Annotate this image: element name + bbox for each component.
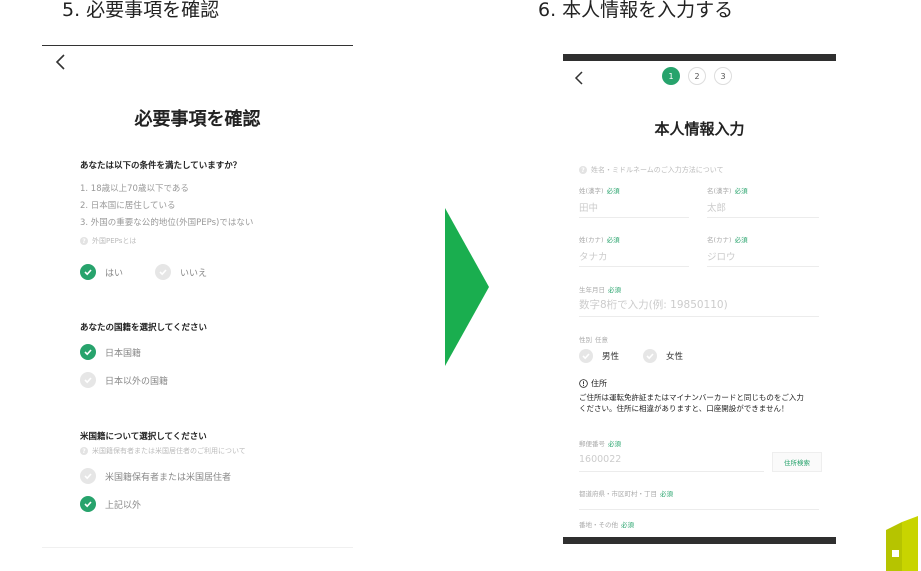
next-arrow-icon xyxy=(445,208,489,366)
first-kanji-label: 名(漢字) 必須 xyxy=(707,187,748,195)
condition-1: 1. 18歳以上70歳以下である xyxy=(80,184,189,194)
chevron-left-icon xyxy=(574,71,583,85)
input-underline xyxy=(579,509,819,510)
us-help-text: 米国籍保有者または米国居住者のご利用について xyxy=(92,447,246,455)
chevron-left-icon xyxy=(55,54,65,70)
input-underline xyxy=(579,217,689,218)
radio-female[interactable]: 女性 xyxy=(643,349,683,363)
radio-us-person-label: 米国籍保有者または米国居住者 xyxy=(105,472,232,483)
radio-non-japanese[interactable]: 日本以外の国籍 xyxy=(80,372,168,388)
info-icon xyxy=(579,379,588,388)
birth-input[interactable]: 数字8桁で入力(例: 19850110) xyxy=(579,297,728,312)
name-help-link[interactable]: ? 姓名・ミドルネームのご入力方法について xyxy=(579,165,724,175)
first-kana-label: 名(カナ) 必須 xyxy=(707,236,748,244)
check-circle-icon xyxy=(80,264,96,280)
check-circle-empty-icon xyxy=(80,372,96,388)
postal-label: 郵便番号 必須 xyxy=(579,440,621,448)
right-step-heading: 6. 本人情報を入力する xyxy=(538,0,734,21)
question-icon: ? xyxy=(579,166,587,174)
address-note-line-2: ください。住所に相違がありますと、口座開設ができません！ xyxy=(579,404,789,413)
page-title: 必要事項を確認 xyxy=(134,109,261,130)
check-circle-icon xyxy=(80,496,96,512)
question-icon: ? xyxy=(80,237,88,245)
radio-other[interactable]: 上記以外 xyxy=(80,496,141,512)
radio-japanese-label: 日本国籍 xyxy=(105,348,142,359)
back-button[interactable] xyxy=(54,53,66,73)
peps-help-text: 外国PEPsとは xyxy=(92,237,137,245)
last-kana-input[interactable]: タナカ xyxy=(579,249,608,263)
radio-male-label: 男性 xyxy=(602,352,620,362)
radio-japanese[interactable]: 日本国籍 xyxy=(80,344,141,360)
left-step-heading: 5. 必要事項を確認 xyxy=(62,0,220,21)
personal-info-screen: 1 2 3 本人情報入力 ? 姓名・ミドルネームのご入力方法について 姓(漢字)… xyxy=(563,54,836,544)
gender-label: 性別 任意 xyxy=(579,336,608,344)
us-help-link[interactable]: ? 米国籍保有者または米国居住者のご利用について xyxy=(80,446,246,456)
screen-top-border xyxy=(42,45,353,46)
last-kana-label: 姓(カナ) 必須 xyxy=(579,236,620,244)
radio-no[interactable]: いいえ xyxy=(155,264,207,280)
conditions-question: あなたは以下の条件を満たしていますか？ xyxy=(80,161,242,171)
check-circle-empty-icon xyxy=(155,264,171,280)
input-underline xyxy=(707,266,819,267)
screen-top-bar xyxy=(563,54,836,61)
peps-help-link[interactable]: ? 外国PEPsとは xyxy=(80,236,136,246)
radio-no-label: いいえ xyxy=(180,268,208,279)
first-kana-input[interactable]: ジロウ xyxy=(707,249,736,263)
divider xyxy=(42,547,353,548)
screen-bottom-bar xyxy=(563,537,836,544)
street-label: 番地・その他 必須 xyxy=(579,521,634,529)
name-help-text: 姓名・ミドルネームのご入力方法について xyxy=(591,166,724,174)
radio-male[interactable]: 男性 xyxy=(579,349,619,363)
address-note-title: 住所 xyxy=(579,378,607,389)
pref-label: 都道府県・市区町村・丁目 必須 xyxy=(579,490,673,498)
last-kanji-label: 姓(漢字) 必須 xyxy=(579,187,620,195)
radio-other-label: 上記以外 xyxy=(105,500,142,511)
address-search-button[interactable]: 住所検索 xyxy=(772,452,822,472)
condition-3: 3. 外国の重要な公的地位(外国PEPs)ではない xyxy=(80,218,254,228)
step-2: 2 xyxy=(688,67,706,85)
us-question: 米国籍について選択してください xyxy=(80,432,207,442)
last-kanji-input[interactable]: 田中 xyxy=(579,200,598,214)
step-1: 1 xyxy=(662,67,680,85)
radio-non-japanese-label: 日本以外の国籍 xyxy=(105,376,169,387)
radio-yes[interactable]: はい xyxy=(80,264,123,280)
input-underline xyxy=(579,316,819,317)
nationality-question: あなたの国籍を選択してください xyxy=(80,323,207,333)
input-underline xyxy=(707,217,819,218)
step-indicator: 1 2 3 xyxy=(662,67,732,85)
input-underline xyxy=(579,266,689,267)
radio-female-label: 女性 xyxy=(666,352,684,362)
birth-label: 生年月日 必須 xyxy=(579,286,621,294)
check-circle-empty-icon xyxy=(579,349,593,363)
step-3: 3 xyxy=(714,67,732,85)
input-underline xyxy=(579,471,764,472)
confirm-screen: 必要事項を確認 あなたは以下の条件を満たしていますか？ 1. 18歳以上70歳以… xyxy=(42,45,353,571)
check-circle-empty-icon xyxy=(643,349,657,363)
page-title: 本人情報入力 xyxy=(654,120,745,138)
check-circle-empty-icon xyxy=(80,468,96,484)
question-icon: ? xyxy=(80,447,88,455)
condition-2: 2. 日本国に居住している xyxy=(80,201,176,211)
radio-yes-label: はい xyxy=(105,268,124,279)
back-button[interactable] xyxy=(573,68,584,88)
postal-input[interactable]: 1600022 xyxy=(579,454,621,465)
radio-us-person[interactable]: 米国籍保有者または米国居住者 xyxy=(80,468,231,484)
brand-logo-icon xyxy=(886,516,918,571)
first-kanji-input[interactable]: 太郎 xyxy=(707,200,726,214)
address-note-line-1: ご住所は運転免許証またはマイナンバーカードと同じものをご入力 xyxy=(579,393,804,402)
check-circle-icon xyxy=(80,344,96,360)
